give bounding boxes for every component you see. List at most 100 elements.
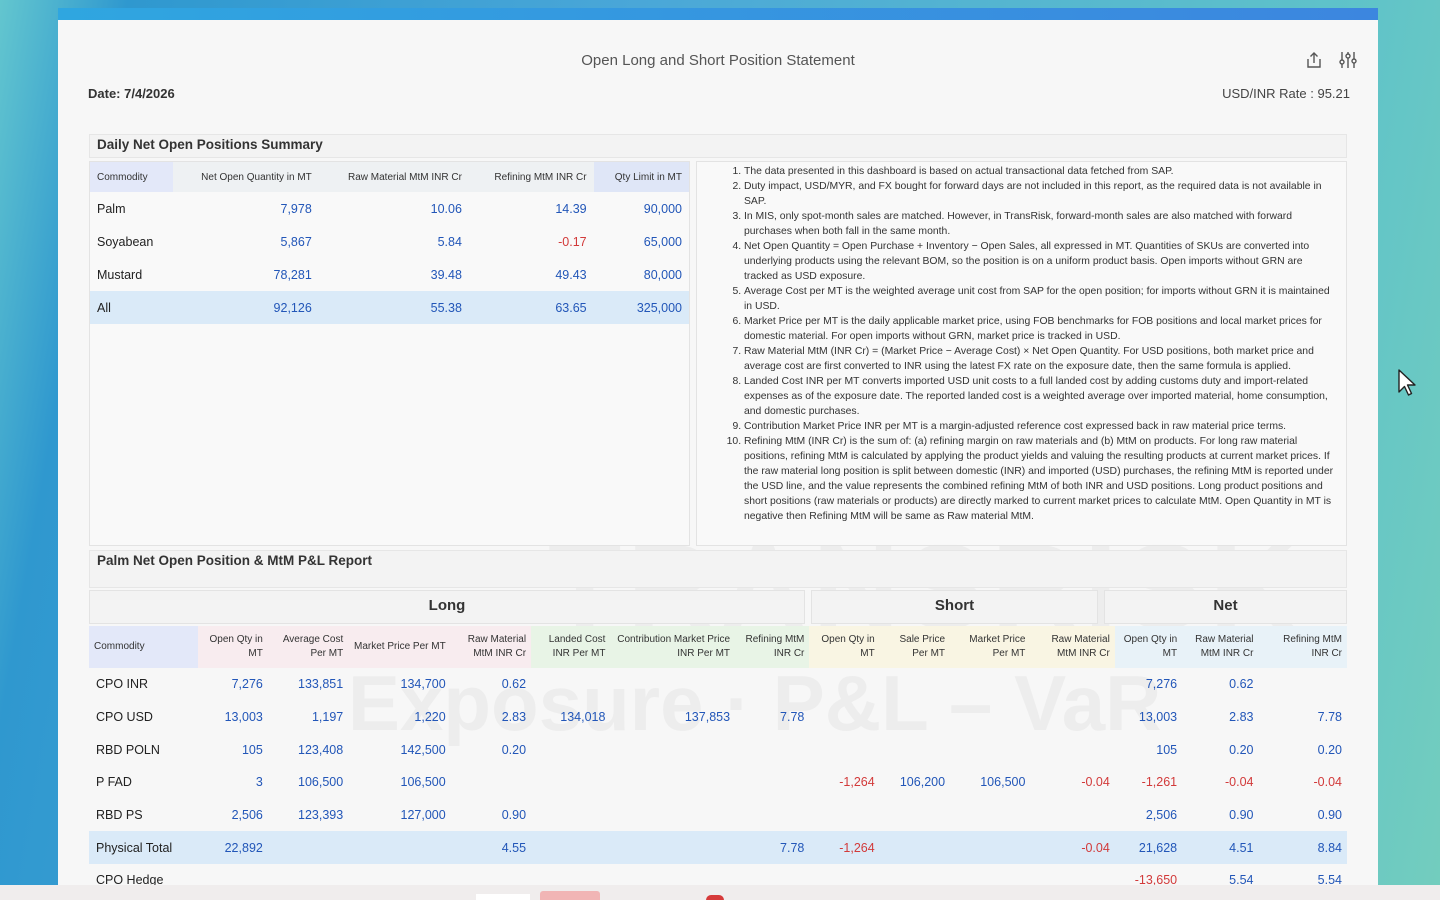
palm-value-cell: 21,628 xyxy=(1114,831,1183,865)
palm-value-cell xyxy=(531,733,610,766)
palm-value-cell xyxy=(267,831,349,865)
palm-value-cell: -0.04 xyxy=(1081,775,1110,790)
mouse-cursor-icon xyxy=(1397,368,1417,403)
palm-value-cell: 134,700 xyxy=(400,677,446,692)
palm-value-cell xyxy=(950,864,1030,885)
settings-sliders-icon[interactable] xyxy=(1338,50,1358,70)
palm-value-cell: 5.54 xyxy=(1229,873,1254,885)
palm-value-cell: 5.54 xyxy=(1317,873,1342,885)
palm-value-cell xyxy=(735,733,809,766)
palm-value-cell: 3 xyxy=(255,775,263,790)
palm-value-cell: 4.51 xyxy=(1182,831,1259,865)
palm-value-cell xyxy=(610,766,735,799)
palm-commodity-cell: CPO INR xyxy=(96,677,149,692)
palm-table: Commodity Open Qty in MT Average Cost Per … xyxy=(89,626,1347,885)
summary-col-header[interactable]: Net Open Quantity in MT xyxy=(172,162,319,192)
palm-col-header[interactable]: Commodity xyxy=(89,626,198,668)
palm-row[interactable]: CPO INR 7,276 133,851 134,700 0.62 7,276 0.62 xyxy=(89,668,1347,701)
note-item: Contribution Market Price INR per MT is … xyxy=(744,419,1334,434)
palm-value-cell: 7.78 xyxy=(735,831,810,865)
palm-row[interactable]: RBD POLN 105 123,408 142,500 0.20 105 0.20 0.20 xyxy=(89,733,1347,766)
palm-commodity-cell: RBD POLN xyxy=(96,742,160,757)
summary-commodity-cell: Palm xyxy=(97,201,126,216)
summary-value-cell: 65,000 xyxy=(643,234,682,249)
palm-value-cell xyxy=(451,864,531,885)
palm-value-cell: 0.90 xyxy=(1317,808,1342,823)
palm-col-header[interactable]: Open Qty in MT xyxy=(1114,626,1183,668)
palm-total-row[interactable]: Physical Total 22,892 4.55 7.78 -1,264 -0.04 2… xyxy=(89,831,1347,865)
palm-col-header[interactable]: Market Price Per MT xyxy=(348,626,451,668)
report-date: Date: 7/4/2026 xyxy=(88,86,175,101)
palm-value-cell: -13,650 xyxy=(1134,873,1178,885)
palm-row[interactable]: P FAD 3 106,500 106,500 -1,264 106,200 106,500… xyxy=(89,766,1347,799)
palm-value-cell: -0.04 xyxy=(1030,831,1115,865)
summary-value-cell: 325,000 xyxy=(593,291,689,324)
note-item: Market Price per MT is the daily applica… xyxy=(744,314,1334,344)
summary-row[interactable]: Soyabean 5,867 5.84 -0.17 65,000 xyxy=(90,225,689,258)
note-item: Average Cost per MT is the weighted aver… xyxy=(744,284,1334,314)
palm-col-header[interactable]: Landed Cost INR Per MT xyxy=(531,626,611,668)
palm-value-cell xyxy=(809,733,879,766)
palm-col-header[interactable]: Contribution Market Price INR Per MT xyxy=(610,626,736,668)
palm-value-cell xyxy=(610,799,735,832)
palm-value-cell: 142,500 xyxy=(400,742,446,757)
palm-col-header[interactable]: Open Qty in MT xyxy=(197,626,268,668)
summary-commodity-cell: Mustard xyxy=(97,267,143,282)
palm-col-header[interactable]: Refining MtM INR Cr xyxy=(1258,626,1347,668)
palm-value-cell: 105 xyxy=(241,742,263,757)
palm-col-header[interactable]: Refining MtM INR Cr xyxy=(735,626,810,668)
summary-value-cell: 80,000 xyxy=(643,267,682,282)
palm-value-cell xyxy=(950,733,1030,766)
share-icon[interactable] xyxy=(1304,50,1324,70)
palm-value-cell: 0.20 xyxy=(1317,742,1342,757)
palm-value-cell xyxy=(1030,864,1114,885)
palm-value-cell: 137,853 xyxy=(684,710,731,725)
palm-row[interactable]: RBD PS 2,506 123,393 127,000 0.90 2,506 0.90 0.… xyxy=(89,799,1347,832)
palm-col-header[interactable]: Raw Material MtM INR Cr xyxy=(450,626,532,668)
palm-row[interactable]: CPO USD 13,003 1,197 1,220 2.83 134,018 137,85… xyxy=(89,701,1347,734)
summary-value-cell: 78,281 xyxy=(273,267,312,282)
palm-col-header[interactable]: Market Price Per MT xyxy=(950,626,1031,668)
group-short: Short xyxy=(811,590,1098,624)
palm-col-header[interactable]: Sale Price Per MT xyxy=(879,626,951,668)
palm-commodity-cell: P FAD xyxy=(96,775,132,790)
palm-value-cell: 106,500 xyxy=(980,775,1026,790)
palm-value-cell xyxy=(610,864,735,885)
palm-value-cell: 2,506 xyxy=(1145,808,1178,823)
palm-value-cell xyxy=(610,733,735,766)
summary-row[interactable]: Palm 7,978 10.06 14.39 90,000 xyxy=(90,192,689,225)
note-item: The data presented in this dashboard is … xyxy=(744,164,1334,179)
palm-value-cell: 106,200 xyxy=(899,775,946,790)
top-accent-bar xyxy=(58,8,1378,20)
palm-value-cell xyxy=(1030,701,1114,734)
summary-col-header[interactable]: Commodity xyxy=(90,162,173,192)
palm-value-cell: 133,851 xyxy=(298,677,344,692)
palm-value-cell xyxy=(610,668,735,701)
palm-value-cell xyxy=(879,831,951,865)
summary-col-header[interactable]: Raw Material MtM INR Cr xyxy=(318,162,469,192)
palm-value-cell xyxy=(880,701,950,734)
palm-value-cell xyxy=(950,701,1030,734)
palm-value-cell xyxy=(880,864,950,885)
taskbar-strip xyxy=(0,885,1440,900)
palm-value-cell xyxy=(610,831,736,865)
palm-value-cell: 7.78 xyxy=(1317,710,1342,725)
summary-col-header[interactable]: Qty Limit in MT xyxy=(593,162,689,192)
palm-col-header[interactable]: Open Qty in MT xyxy=(809,626,880,668)
summary-col-header[interactable]: Refining MtM INR Cr xyxy=(468,162,594,192)
palm-col-header[interactable]: Raw Material MtM INR Cr xyxy=(1030,626,1115,668)
palm-col-header[interactable]: Average Cost Per MT xyxy=(267,626,349,668)
palm-value-cell: 0.20 xyxy=(1229,742,1254,757)
summary-row[interactable]: Mustard 78,281 39.48 49.43 80,000 xyxy=(90,258,689,291)
palm-value-cell: 0.90 xyxy=(501,808,527,823)
palm-col-header[interactable]: Raw Material MtM INR Cr xyxy=(1182,626,1259,668)
note-item: Refining MtM (INR Cr) is the sum of: (a)… xyxy=(744,434,1334,524)
group-long: Long xyxy=(89,590,805,624)
palm-value-cell xyxy=(348,831,451,865)
palm-row[interactable]: CPO Hedge -13,650 5.54 5.54 xyxy=(89,864,1347,885)
summary-total-row[interactable]: All 92,126 55.38 63.65 325,000 xyxy=(90,291,689,324)
palm-value-cell: -1,264 xyxy=(809,831,880,865)
note-item: In MIS, only spot-month sales are matche… xyxy=(744,209,1334,239)
palm-value-cell xyxy=(880,668,950,701)
fx-rate: USD/INR Rate : 95.21 xyxy=(1222,86,1350,101)
